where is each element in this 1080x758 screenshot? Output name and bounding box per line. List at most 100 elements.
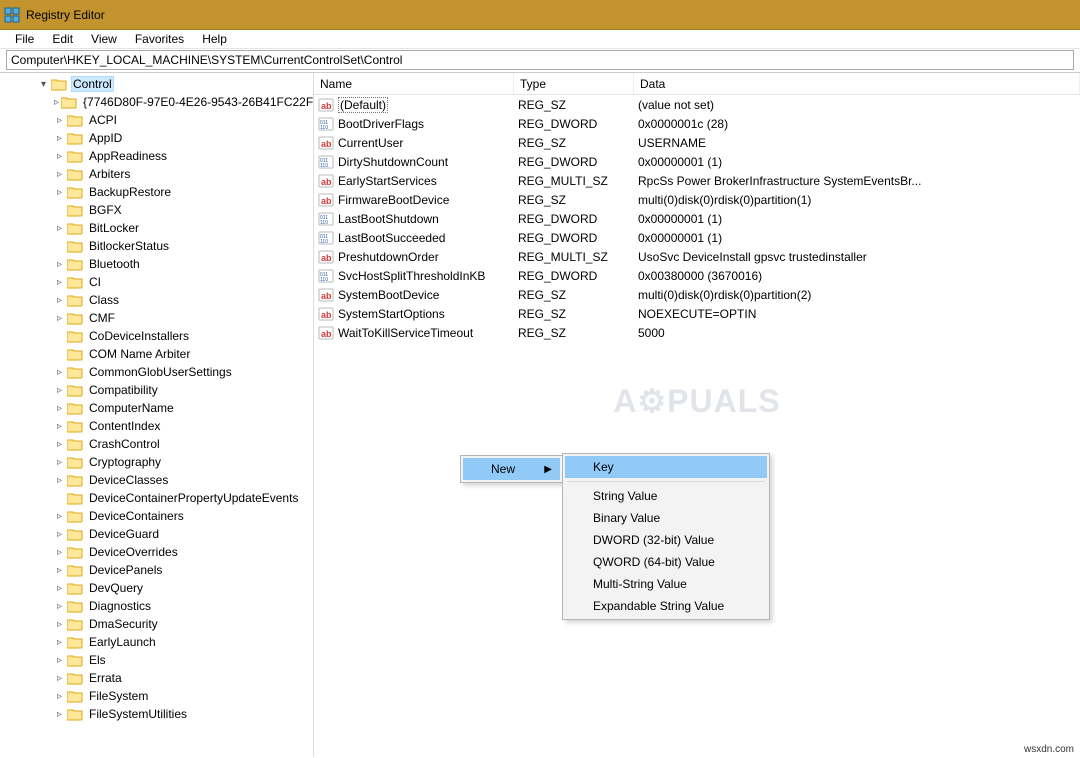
tree-item[interactable]: FileSystem	[0, 687, 313, 705]
tree-item[interactable]: DeviceContainerPropertyUpdateEvents	[0, 489, 313, 507]
value-row[interactable]: abSystemStartOptionsREG_SZ NOEXECUTE=OPT…	[314, 304, 1080, 323]
tree-item[interactable]: AppID	[0, 129, 313, 147]
tree-item[interactable]: {7746D80F-97E0-4E26-9543-26B41FC22F79}	[0, 93, 313, 111]
menu-file[interactable]: File	[6, 30, 43, 48]
col-data[interactable]: Data	[634, 73, 1080, 94]
address-bar[interactable]: Computer\HKEY_LOCAL_MACHINE\SYSTEM\Curre…	[6, 50, 1074, 70]
expander-icon[interactable]	[54, 133, 65, 144]
tree-item[interactable]: ContentIndex	[0, 417, 313, 435]
value-row[interactable]: 011110BootDriverFlagsREG_DWORD0x0000001c…	[314, 114, 1080, 133]
tree-item[interactable]: DmaSecurity	[0, 615, 313, 633]
tree-item[interactable]: BitlockerStatus	[0, 237, 313, 255]
expander-icon[interactable]	[54, 295, 65, 306]
tree-item[interactable]: Arbiters	[0, 165, 313, 183]
tree-item[interactable]: BackupRestore	[0, 183, 313, 201]
context-submenu-item[interactable]: QWORD (64-bit) Value	[565, 551, 767, 573]
value-row[interactable]: 011110LastBootShutdownREG_DWORD0x0000000…	[314, 209, 1080, 228]
menu-edit[interactable]: Edit	[43, 30, 82, 48]
tree-item[interactable]: Els	[0, 651, 313, 669]
tree-item[interactable]: CMF	[0, 309, 313, 327]
expander-icon[interactable]	[54, 169, 65, 180]
tree-item[interactable]: DeviceGuard	[0, 525, 313, 543]
context-submenu-item[interactable]: Multi-String Value	[565, 573, 767, 595]
expander-icon[interactable]	[54, 475, 65, 486]
expander-icon[interactable]	[54, 457, 65, 468]
menu-help[interactable]: Help	[193, 30, 236, 48]
expander-icon[interactable]	[54, 259, 65, 270]
context-menu-new[interactable]: New ▶	[463, 458, 560, 480]
expander-icon[interactable]	[54, 601, 65, 612]
col-type[interactable]: Type	[514, 73, 634, 94]
tree-item[interactable]: CommonGlobUserSettings	[0, 363, 313, 381]
tree-pane[interactable]: Control{7746D80F-97E0-4E26-9543-26B41FC2…	[0, 73, 314, 757]
expander-icon[interactable]	[54, 655, 65, 666]
tree-item[interactable]: AppReadiness	[0, 147, 313, 165]
tree-item[interactable]: BGFX	[0, 201, 313, 219]
tree-item[interactable]: CoDeviceInstallers	[0, 327, 313, 345]
tree-item[interactable]: BitLocker	[0, 219, 313, 237]
tree-item[interactable]: Compatibility	[0, 381, 313, 399]
tree-item[interactable]: DeviceContainers	[0, 507, 313, 525]
expander-icon[interactable]	[54, 511, 65, 522]
tree-item[interactable]: Control	[0, 75, 313, 93]
expander-icon[interactable]	[54, 691, 65, 702]
values-pane[interactable]: Name Type Data ab(Default)REG_SZ(value n…	[314, 73, 1080, 757]
context-submenu-item[interactable]: Expandable String Value	[565, 595, 767, 617]
expander-icon[interactable]	[54, 187, 65, 198]
expander-icon[interactable]	[54, 547, 65, 558]
expander-icon[interactable]	[54, 115, 65, 126]
tree-item[interactable]: Cryptography	[0, 453, 313, 471]
context-submenu-item[interactable]: Binary Value	[565, 507, 767, 529]
expander-icon[interactable]	[54, 673, 65, 684]
expander-icon[interactable]	[54, 583, 65, 594]
tree-item[interactable]: DeviceClasses	[0, 471, 313, 489]
value-row[interactable]: 011110SvcHostSplitThresholdInKBREG_DWORD…	[314, 266, 1080, 285]
tree-item[interactable]: Diagnostics	[0, 597, 313, 615]
expander-icon[interactable]	[54, 565, 65, 576]
expander-icon[interactable]	[54, 151, 65, 162]
menu-favorites[interactable]: Favorites	[126, 30, 193, 48]
tree-item[interactable]: ComputerName	[0, 399, 313, 417]
value-row[interactable]: 011110LastBootSucceededREG_DWORD0x000000…	[314, 228, 1080, 247]
expander-icon[interactable]	[54, 619, 65, 630]
tree-item[interactable]: Bluetooth	[0, 255, 313, 273]
tree-item[interactable]: FileSystemUtilities	[0, 705, 313, 723]
expander-icon[interactable]	[54, 421, 65, 432]
value-row[interactable]: ab(Default)REG_SZ(value not set)	[314, 95, 1080, 114]
tree-item[interactable]: EarlyLaunch	[0, 633, 313, 651]
menu-view[interactable]: View	[82, 30, 126, 48]
expander-icon[interactable]	[54, 223, 65, 234]
context-submenu-item[interactable]: Key	[565, 456, 767, 478]
tree-item[interactable]: DevQuery	[0, 579, 313, 597]
tree-item[interactable]: ACPI	[0, 111, 313, 129]
expander-icon[interactable]	[38, 79, 49, 90]
expander-icon[interactable]	[54, 439, 65, 450]
expander-icon[interactable]	[54, 385, 65, 396]
value-row[interactable]: abFirmwareBootDeviceREG_SZmulti(0)disk(0…	[314, 190, 1080, 209]
value-row[interactable]: abSystemBootDeviceREG_SZmulti(0)disk(0)r…	[314, 285, 1080, 304]
tree-item[interactable]: Errata	[0, 669, 313, 687]
context-submenu[interactable]: Key String ValueBinary ValueDWORD (32-bit…	[562, 453, 770, 620]
expander-icon[interactable]	[54, 313, 65, 324]
expander-icon[interactable]	[54, 277, 65, 288]
value-row[interactable]: abPreshutdownOrderREG_MULTI_SZUsoSvc Dev…	[314, 247, 1080, 266]
expander-icon[interactable]	[54, 709, 65, 720]
expander-icon[interactable]	[54, 529, 65, 540]
value-row[interactable]: abWaitToKillServiceTimeoutREG_SZ5000	[314, 323, 1080, 342]
expander-icon[interactable]	[54, 97, 59, 108]
value-row[interactable]: abEarlyStartServicesREG_MULTI_SZRpcSs Po…	[314, 171, 1080, 190]
col-name[interactable]: Name	[314, 73, 514, 94]
tree-item[interactable]: DeviceOverrides	[0, 543, 313, 561]
value-row[interactable]: 011110DirtyShutdownCountREG_DWORD0x00000…	[314, 152, 1080, 171]
expander-icon[interactable]	[54, 367, 65, 378]
tree-item[interactable]: DevicePanels	[0, 561, 313, 579]
tree-item[interactable]: Class	[0, 291, 313, 309]
context-submenu-item[interactable]: DWORD (32-bit) Value	[565, 529, 767, 551]
context-menu[interactable]: New ▶	[460, 455, 563, 483]
expander-icon[interactable]	[54, 637, 65, 648]
expander-icon[interactable]	[54, 403, 65, 414]
tree-item[interactable]: CrashControl	[0, 435, 313, 453]
tree-item[interactable]: CI	[0, 273, 313, 291]
value-row[interactable]: abCurrentUserREG_SZUSERNAME	[314, 133, 1080, 152]
context-submenu-item[interactable]: String Value	[565, 485, 767, 507]
